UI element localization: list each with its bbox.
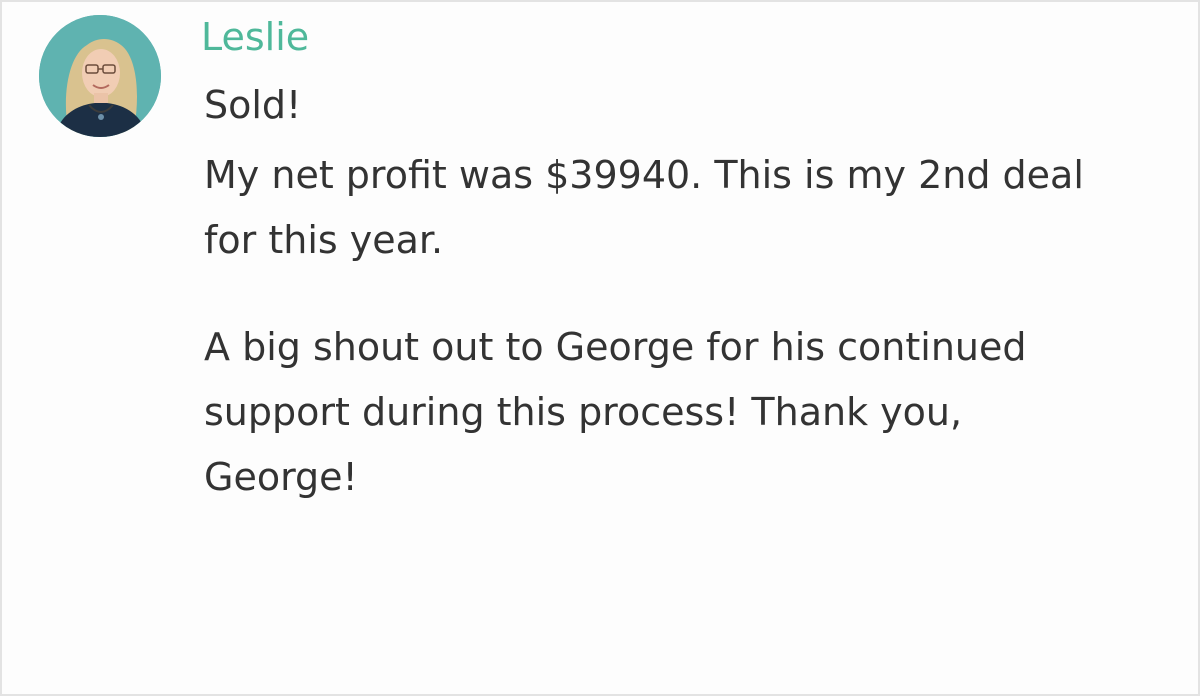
message-line: Sold! [204,83,302,127]
message-line: A big shout out to George for his contin… [204,325,1027,369]
message-body: Sold! My net profit was $39940. This is … [204,80,1184,510]
profile-photo-icon [39,15,161,137]
chat-message: Leslie Sold! My net profit was $39940. T… [2,2,1198,694]
message-paragraph: My net profit was $39940. This is my 2nd… [204,150,1184,265]
message-line: My net profit was $39940. This is my 2nd… [204,153,1084,197]
message-line: George! [204,455,358,499]
avatar[interactable] [39,15,161,137]
message-line: support during this process! Thank you, [204,390,963,434]
author-name[interactable]: Leslie [201,12,309,62]
message-paragraph: A big shout out to George for his contin… [204,315,1184,510]
message-line: for this year. [204,218,444,262]
chat-frame: Leslie Sold! My net profit was $39940. T… [0,0,1200,696]
